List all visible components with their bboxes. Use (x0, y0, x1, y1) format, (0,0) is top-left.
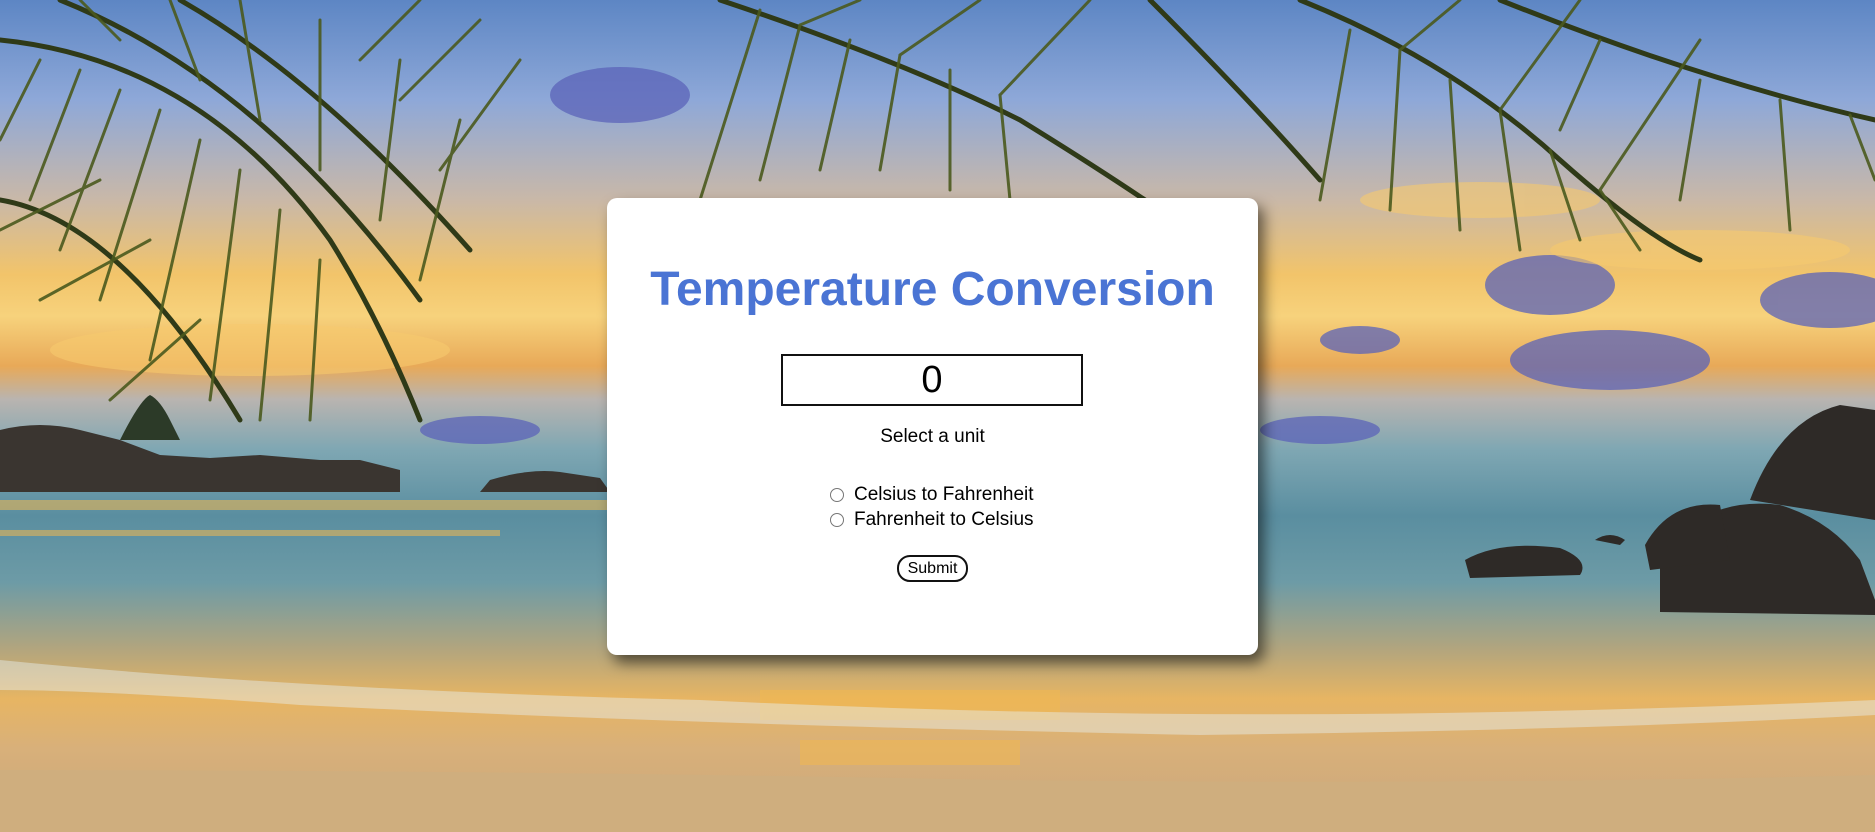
radio-fahrenheit-to-celsius[interactable] (830, 512, 844, 527)
conversion-card: Temperature Conversion Select a unit Cel… (607, 198, 1258, 655)
unit-radio-group: Celsius to Fahrenheit Fahrenheit to Cels… (827, 482, 1034, 532)
radio-celsius-to-fahrenheit[interactable] (830, 487, 844, 502)
option-fahrenheit-to-celsius[interactable]: Fahrenheit to Celsius (827, 507, 1034, 532)
unit-prompt-label: Select a unit (880, 426, 985, 447)
option-label: Celsius to Fahrenheit (854, 483, 1034, 505)
option-label: Fahrenheit to Celsius (854, 508, 1034, 530)
temperature-input[interactable] (781, 354, 1083, 406)
page-title: Temperature Conversion (650, 263, 1215, 316)
beach-background: Temperature Conversion Select a unit Cel… (0, 0, 1875, 832)
option-celsius-to-fahrenheit[interactable]: Celsius to Fahrenheit (827, 482, 1034, 507)
submit-button[interactable]: Submit (897, 555, 968, 582)
